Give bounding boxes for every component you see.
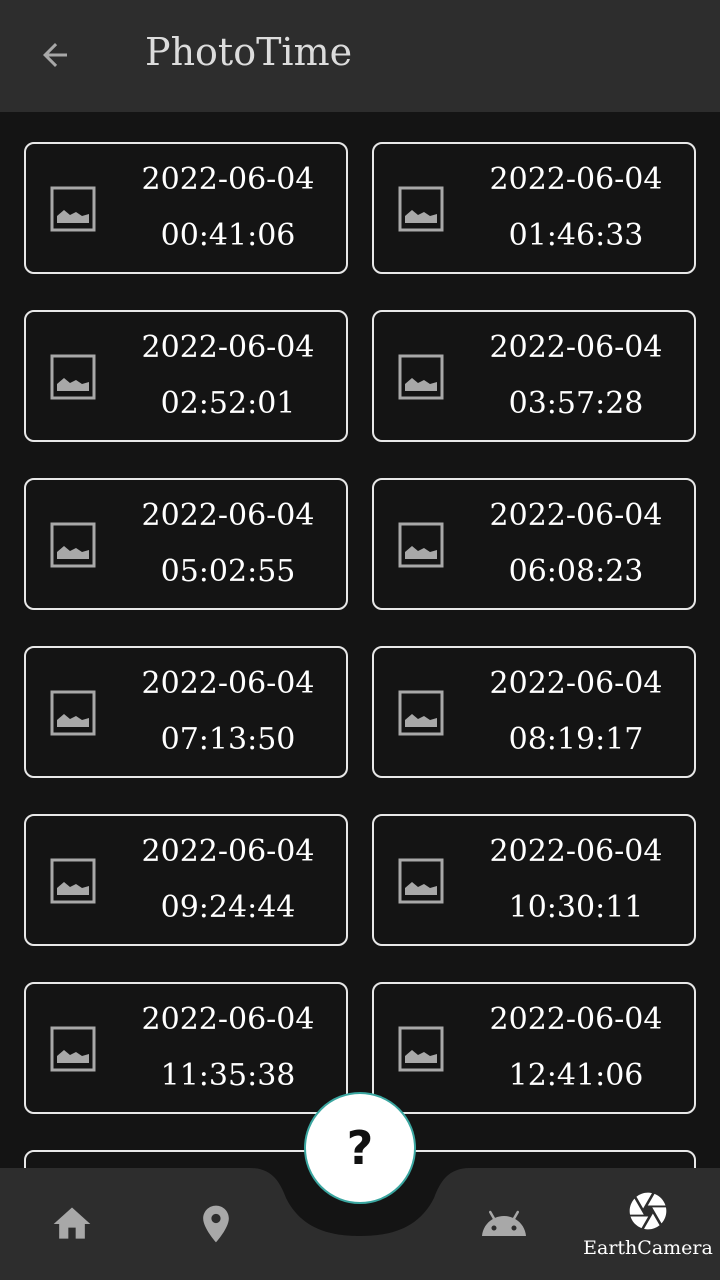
photo-card[interactable]: 2022-06-04 11:35:38 [24, 982, 348, 1114]
photo-card[interactable]: 2022-06-04 08:19:17 [372, 646, 696, 778]
photo-card[interactable]: 2022-06-04 07:13:50 [24, 646, 348, 778]
photo-time: 05:02:55 [160, 554, 296, 589]
photo-list[interactable]: 2022-06-04 00:41:06 2022-06-04 01:46:33 … [0, 112, 720, 1168]
image-icon [50, 186, 96, 232]
image-icon [398, 522, 444, 568]
image-icon [50, 522, 96, 568]
image-icon [398, 354, 444, 400]
question-mark-icon: ? [346, 1121, 374, 1175]
image-icon [398, 858, 444, 904]
image-icon [50, 690, 96, 736]
photo-date: 2022-06-04 [141, 1002, 315, 1037]
image-icon [398, 690, 444, 736]
photo-card[interactable]: 2022-06-04 00:41:06 [24, 142, 348, 274]
photo-time: 12:41:06 [508, 1058, 644, 1093]
photo-time: 03:57:28 [508, 386, 644, 421]
home-icon [53, 1207, 91, 1239]
help-fab-button[interactable]: ? [304, 1092, 416, 1204]
photo-date: 2022-06-04 [489, 834, 663, 869]
android-icon [482, 1210, 526, 1236]
nav-item-location[interactable] [144, 1168, 288, 1280]
image-icon [398, 186, 444, 232]
photo-date: 2022-06-04 [141, 834, 315, 869]
photo-date: 2022-06-04 [141, 162, 315, 197]
image-icon [50, 354, 96, 400]
page-title: PhotoTime [145, 30, 353, 74]
camera-aperture-icon [629, 1192, 667, 1230]
photo-date: 2022-06-04 [489, 666, 663, 701]
photo-date: 2022-06-04 [489, 498, 663, 533]
nav-item-android[interactable] [432, 1168, 576, 1280]
location-pin-icon [203, 1205, 229, 1243]
app-bar: PhotoTime [0, 0, 720, 112]
photo-time: 06:08:23 [508, 554, 644, 589]
photo-time: 07:13:50 [160, 722, 296, 757]
photo-card[interactable]: 2022-06-04 03:57:28 [372, 310, 696, 442]
photo-date: 2022-06-04 [141, 330, 315, 365]
image-icon [50, 858, 96, 904]
photo-time: 00:41:06 [160, 218, 296, 253]
photo-card[interactable]: 2022-06-04 12:41:06 [372, 982, 696, 1114]
image-icon [50, 1026, 96, 1072]
photo-card[interactable] [24, 1150, 348, 1168]
photo-card[interactable]: 2022-06-04 06:08:23 [372, 478, 696, 610]
photo-date: 2022-06-04 [489, 162, 663, 197]
photo-time: 11:35:38 [160, 1058, 296, 1093]
image-icon [398, 1026, 444, 1072]
photo-card[interactable]: 2022-06-04 05:02:55 [24, 478, 348, 610]
nav-item-home[interactable] [0, 1168, 144, 1280]
photo-time: 09:24:44 [160, 890, 296, 925]
back-button[interactable] [22, 22, 88, 88]
photo-card[interactable]: 2022-06-04 02:52:01 [24, 310, 348, 442]
photo-date: 2022-06-04 [141, 498, 315, 533]
photo-card[interactable]: 2022-06-04 01:46:33 [372, 142, 696, 274]
photo-time: 01:46:33 [508, 218, 644, 253]
photo-time: 08:19:17 [508, 722, 644, 757]
arrow-back-icon [43, 43, 67, 67]
photo-card[interactable]: 2022-06-04 10:30:11 [372, 814, 696, 946]
photo-date: 2022-06-04 [489, 1002, 663, 1037]
photo-date: 2022-06-04 [489, 330, 663, 365]
nav-label-earthcamera: EarthCamera [583, 1237, 713, 1259]
photo-time: 02:52:01 [160, 386, 296, 421]
photo-date: 2022-06-04 [141, 666, 315, 701]
photo-time: 10:30:11 [508, 890, 644, 925]
nav-item-earthcamera[interactable]: EarthCamera [576, 1168, 720, 1280]
photo-card[interactable]: 2022-06-04 09:24:44 [24, 814, 348, 946]
photo-card[interactable] [372, 1150, 696, 1168]
